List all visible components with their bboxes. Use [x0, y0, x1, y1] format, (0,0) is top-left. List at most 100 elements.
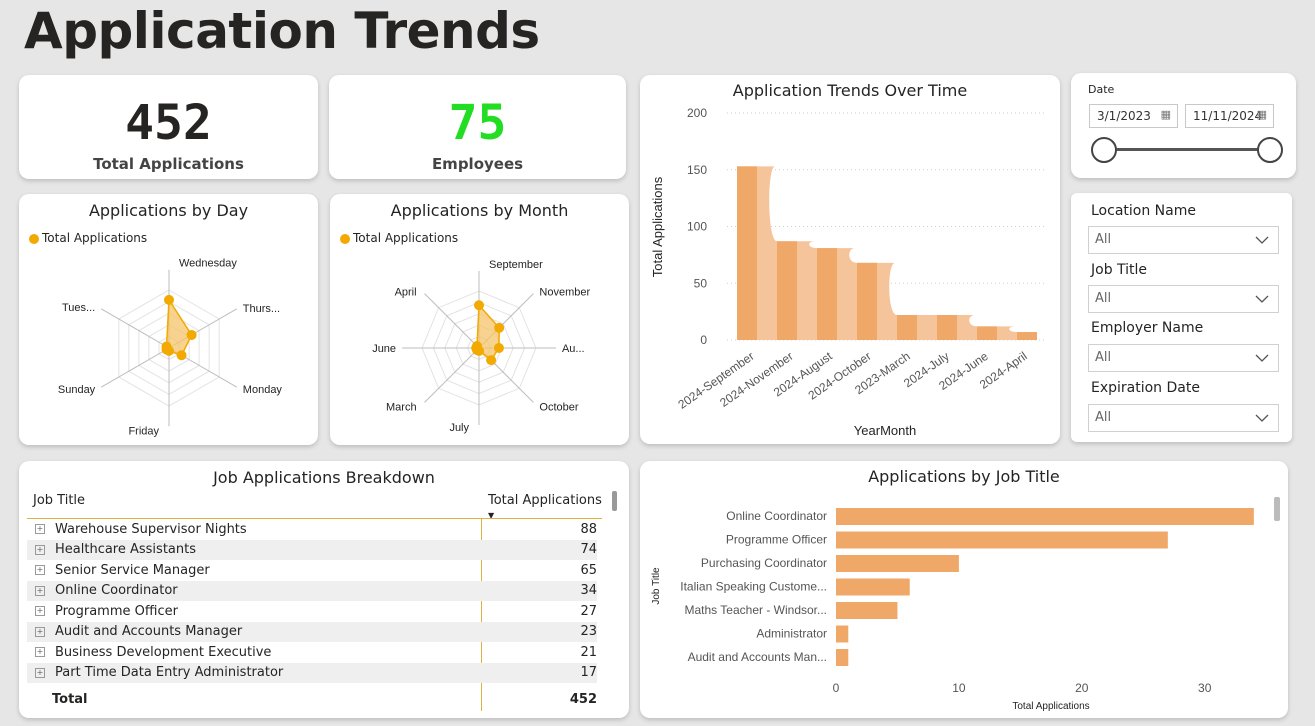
date-slicer-card[interactable]: Date 3/1/2023 ▦ 11/11/2024 ▦ — [1071, 73, 1296, 178]
page-title: Application Trends — [24, 2, 540, 60]
kpi-employees-card[interactable]: 75 Employees — [329, 75, 626, 179]
job-x-tick-label: 30 — [1198, 681, 1212, 695]
month-radar-point-april[interactable] — [471, 340, 482, 351]
filter-location-label: Location Name — [1091, 203, 1196, 219]
job-bar-label: Purchasing Coordinator — [701, 556, 827, 570]
row-job-title: + Audit and Accounts Manager — [27, 622, 562, 643]
expand-icon[interactable]: + — [35, 544, 45, 555]
day-radar-card[interactable]: Applications by Day Total Applications W… — [19, 194, 318, 445]
month-radar-axis-label: June — [372, 343, 396, 355]
expand-icon[interactable]: + — [35, 667, 45, 678]
day-radar-point-tues[interactable] — [161, 341, 172, 352]
trend-bar-2024-september[interactable] — [737, 166, 757, 340]
filter-expiration-dropdown[interactable]: All — [1088, 404, 1279, 432]
date-end-input[interactable]: 11/11/2024 ▦ — [1185, 104, 1274, 128]
date-start-input[interactable]: 3/1/2023 ▦ — [1089, 104, 1178, 128]
month-radar-axis-label: July — [449, 422, 469, 434]
month-radar-card[interactable]: Applications by Month Total Applications… — [330, 194, 629, 445]
chart-scrollbar[interactable] — [1274, 497, 1280, 521]
expand-icon[interactable]: + — [35, 647, 45, 658]
trend-bar-2024-august[interactable] — [817, 248, 837, 340]
trend-bar-2024-june[interactable] — [977, 326, 997, 340]
row-job-title-label: Healthcare Assistants — [55, 542, 196, 558]
filter-job-title-dropdown[interactable]: All — [1088, 285, 1279, 313]
day-radar-axis-line — [100, 347, 170, 388]
day-radar-axis-label: Wednesday — [179, 258, 237, 270]
month-radar-axis-label: September — [489, 259, 543, 271]
trend-y-axis-title: Total Applications — [650, 176, 665, 277]
day-radar-axis-label: Sunday — [58, 384, 96, 396]
table-row[interactable]: + Warehouse Supervisor Nights 88 — [27, 519, 597, 540]
calendar-icon[interactable]: ▦ — [1161, 108, 1171, 121]
job-bar-5[interactable] — [836, 625, 849, 643]
job-title-bar-chart: Online Coordinator Programme Officer Purch… — [651, 508, 1254, 712]
filter-location-dropdown[interactable]: All — [1088, 226, 1279, 254]
row-job-title: + Business Development Executive — [27, 642, 562, 663]
job-bar-4[interactable] — [836, 602, 898, 619]
breakdown-col-job-title[interactable]: Job Title — [33, 493, 85, 508]
table-row[interactable]: + Senior Service Manager 65 — [27, 560, 597, 581]
calendar-icon[interactable]: ▦ — [1257, 108, 1267, 121]
month-radar-point-november[interactable] — [494, 322, 505, 333]
trend-x-axis-title: YearMonth — [854, 423, 916, 438]
day-radar-point-monday[interactable] — [176, 350, 187, 361]
expand-icon[interactable]: + — [35, 585, 45, 596]
table-row[interactable]: + Part Time Data Entry Administrator 17 — [27, 662, 597, 683]
job-bar-6[interactable] — [836, 649, 849, 666]
job-bar-1[interactable] — [836, 531, 1168, 549]
row-job-title-label: Part Time Data Entry Administrator — [55, 665, 284, 681]
row-job-title-label: Audit and Accounts Manager — [55, 624, 243, 640]
table-row[interactable]: + Programme Officer 27 — [27, 601, 597, 622]
trend-bar-2024-october[interactable] — [857, 262, 877, 340]
job-bar-label: Italian Speaking Custome... — [680, 580, 827, 594]
day-radar-point-wednesday[interactable] — [164, 294, 174, 305]
date-range-start-handle[interactable] — [1091, 137, 1117, 163]
table-row[interactable]: + Audit and Accounts Manager 23 — [27, 621, 597, 643]
expand-icon[interactable]: + — [35, 606, 45, 617]
table-scrollbar[interactable] — [612, 491, 617, 511]
table-row[interactable]: + Healthcare Assistants 74 — [27, 539, 597, 560]
trend-bar-2023-march[interactable] — [897, 315, 917, 340]
row-total-value: 34 — [580, 583, 597, 599]
month-radar-point-october[interactable] — [486, 355, 497, 366]
breakdown-total-label: Total — [52, 692, 88, 707]
day-radar-point-thurs[interactable] — [186, 329, 197, 340]
month-radar-axis-label: Au... — [562, 343, 585, 355]
month-radar-point-september[interactable] — [474, 300, 484, 311]
kpi-total-applications-card[interactable]: 452 Total Applications — [19, 75, 318, 179]
breakdown-col-total[interactable]: Total Applications — [488, 493, 602, 508]
month-radar-axis-label: November — [539, 287, 590, 299]
trend-chart-card[interactable]: Application Trends Over Time 0 50 100 150 20… — [640, 75, 1060, 444]
trend-y-tick-label: 200 — [687, 106, 707, 120]
row-total-value: 88 — [580, 521, 597, 537]
job-bar-0[interactable] — [836, 508, 1254, 525]
job-bar-label: Administrator — [756, 627, 827, 641]
trend-chart: 0501001502002024-September2024-November2… — [650, 106, 1047, 438]
month-radar-chart: September November Au... October July March Ju… — [372, 259, 590, 434]
trend-bar-2024-april[interactable] — [1017, 332, 1037, 340]
expand-icon[interactable]: + — [35, 565, 45, 576]
trend-bar-2024-november[interactable] — [777, 241, 797, 340]
month-radar-point-au[interactable] — [493, 343, 504, 353]
filter-employer-dropdown[interactable]: All — [1088, 344, 1279, 372]
trend-y-tick-label: 50 — [694, 276, 708, 290]
filter-employer-value: All — [1095, 350, 1112, 365]
date-range-end-handle[interactable] — [1257, 137, 1283, 163]
breakdown-card[interactable]: Job Applications Breakdown Job Title Tot… — [19, 461, 629, 718]
expand-icon[interactable]: + — [35, 626, 45, 637]
row-total-value: 21 — [580, 644, 597, 660]
chevron-down-icon — [1255, 236, 1269, 244]
job-bar-3[interactable] — [836, 578, 910, 596]
trend-bar-2024-july[interactable] — [937, 315, 957, 340]
job-bar-2[interactable] — [836, 555, 959, 572]
job-x-tick-label: 20 — [1075, 681, 1089, 695]
month-radar-axis-label: October — [539, 401, 578, 413]
job-x-tick-label: 10 — [952, 681, 966, 695]
table-row[interactable]: + Online Coordinator 34 — [27, 580, 597, 601]
job-bar-label: Audit and Accounts Man... — [688, 650, 827, 664]
expand-icon[interactable]: + — [35, 524, 45, 535]
table-row[interactable]: + Business Development Executive 21 — [27, 642, 597, 663]
breakdown-table: + Warehouse Supervisor Nights 88 + Healthcar… — [27, 519, 597, 683]
job-bar-label: Online Coordinator — [726, 509, 827, 523]
job-title-chart-card[interactable]: Applications by Job Title Online Coordin… — [640, 461, 1288, 718]
